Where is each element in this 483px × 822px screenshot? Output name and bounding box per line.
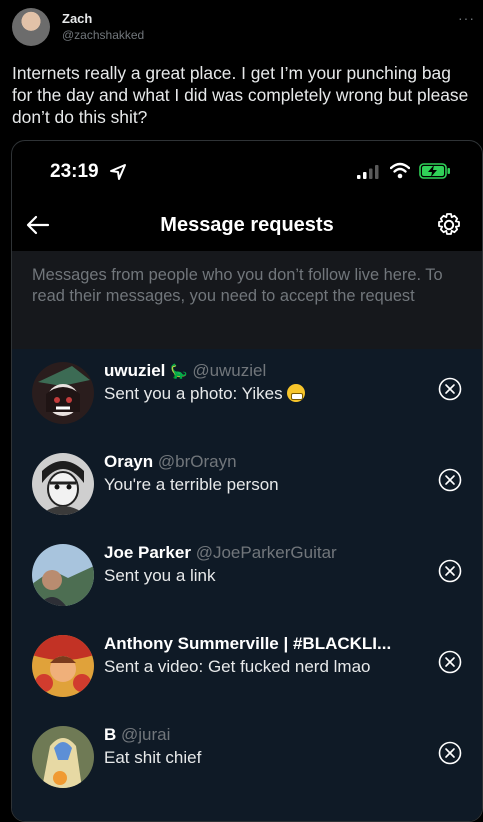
request-name: Joe Parker [104,543,191,562]
page-title: Message requests [160,214,334,236]
grimacing-emoji-icon [286,384,305,402]
request-row[interactable]: Joe Parker @JoeParkerGuitar Sent you a l… [12,531,482,622]
request-message: Sent you a photo: Yikes [104,384,305,404]
avatar[interactable] [32,362,94,424]
more-dots-icon[interactable]: ··· [458,10,475,26]
request-message: Sent a video: Get fucked nerd lmao [104,657,371,676]
avatar[interactable] [32,635,94,697]
request-row[interactable]: Anthony Summerville | #BLACKLI... Sent a… [12,622,482,713]
request-title: uwuziel 🦕 @uwuziel [104,361,266,381]
author-handle[interactable]: @zachshakked [62,28,144,42]
request-title: Orayn @brOrayn [104,452,237,472]
cellular-signal-icon [357,165,379,179]
dinosaur-emoji-icon: 🦕 [170,363,188,379]
avatar[interactable] [32,544,94,606]
author-name[interactable]: Zach [62,11,92,26]
request-message: Sent you a link [104,566,216,585]
close-circle-icon[interactable] [438,741,462,765]
request-row[interactable]: uwuziel 🦕 @uwuziel Sent you a photo: Yik… [12,349,482,440]
request-handle: @uwuziel [192,361,267,380]
status-time: 23:19 [50,161,99,182]
nav-bar: Message requests [12,201,482,251]
gear-icon[interactable] [436,212,462,238]
requests-notice: Messages from people who you don’t follo… [12,251,482,349]
request-title: Anthony Summerville | #BLACKLI... [104,634,391,654]
wifi-icon [390,162,410,179]
battery-charging-icon [419,163,450,179]
embedded-screenshot[interactable]: 23:19 Message requests Messages from peo… [11,140,483,822]
request-title: B @jurai [104,725,170,745]
request-message: You're a terrible person [104,475,279,494]
avatar[interactable] [32,726,94,788]
request-message-text: Sent you a photo: Yikes [104,384,283,403]
request-name: Anthony Summerville | #BLACKLI... [104,634,392,653]
notice-text: Messages from people who you don’t follo… [32,266,443,305]
request-name: B [104,725,117,744]
request-name: uwuziel [104,361,166,380]
request-row[interactable]: Orayn @brOrayn You're a terrible person [12,440,482,531]
close-circle-icon[interactable] [438,559,462,583]
request-name: Orayn [104,452,154,471]
status-bar: 23:19 [12,141,482,201]
request-row[interactable]: B @jurai Eat shit chief [12,713,482,804]
author-avatar[interactable] [12,8,50,46]
request-message: Eat shit chief [104,748,202,767]
tweet-text: Internets really a great place. I get I’… [12,63,469,127]
tweet-header: Zach @zachshakked ··· [12,8,483,48]
avatar[interactable] [32,453,94,515]
close-circle-icon[interactable] [438,377,462,401]
request-handle: @JoeParkerGuitar [195,543,337,562]
location-arrow-icon [110,164,126,180]
request-title: Joe Parker @JoeParkerGuitar [104,543,337,563]
request-list: uwuziel 🦕 @uwuziel Sent you a photo: Yik… [12,349,482,821]
request-handle: @jurai [121,725,171,744]
close-circle-icon[interactable] [438,650,462,674]
close-circle-icon[interactable] [438,468,462,492]
request-handle: @brOrayn [157,452,237,471]
